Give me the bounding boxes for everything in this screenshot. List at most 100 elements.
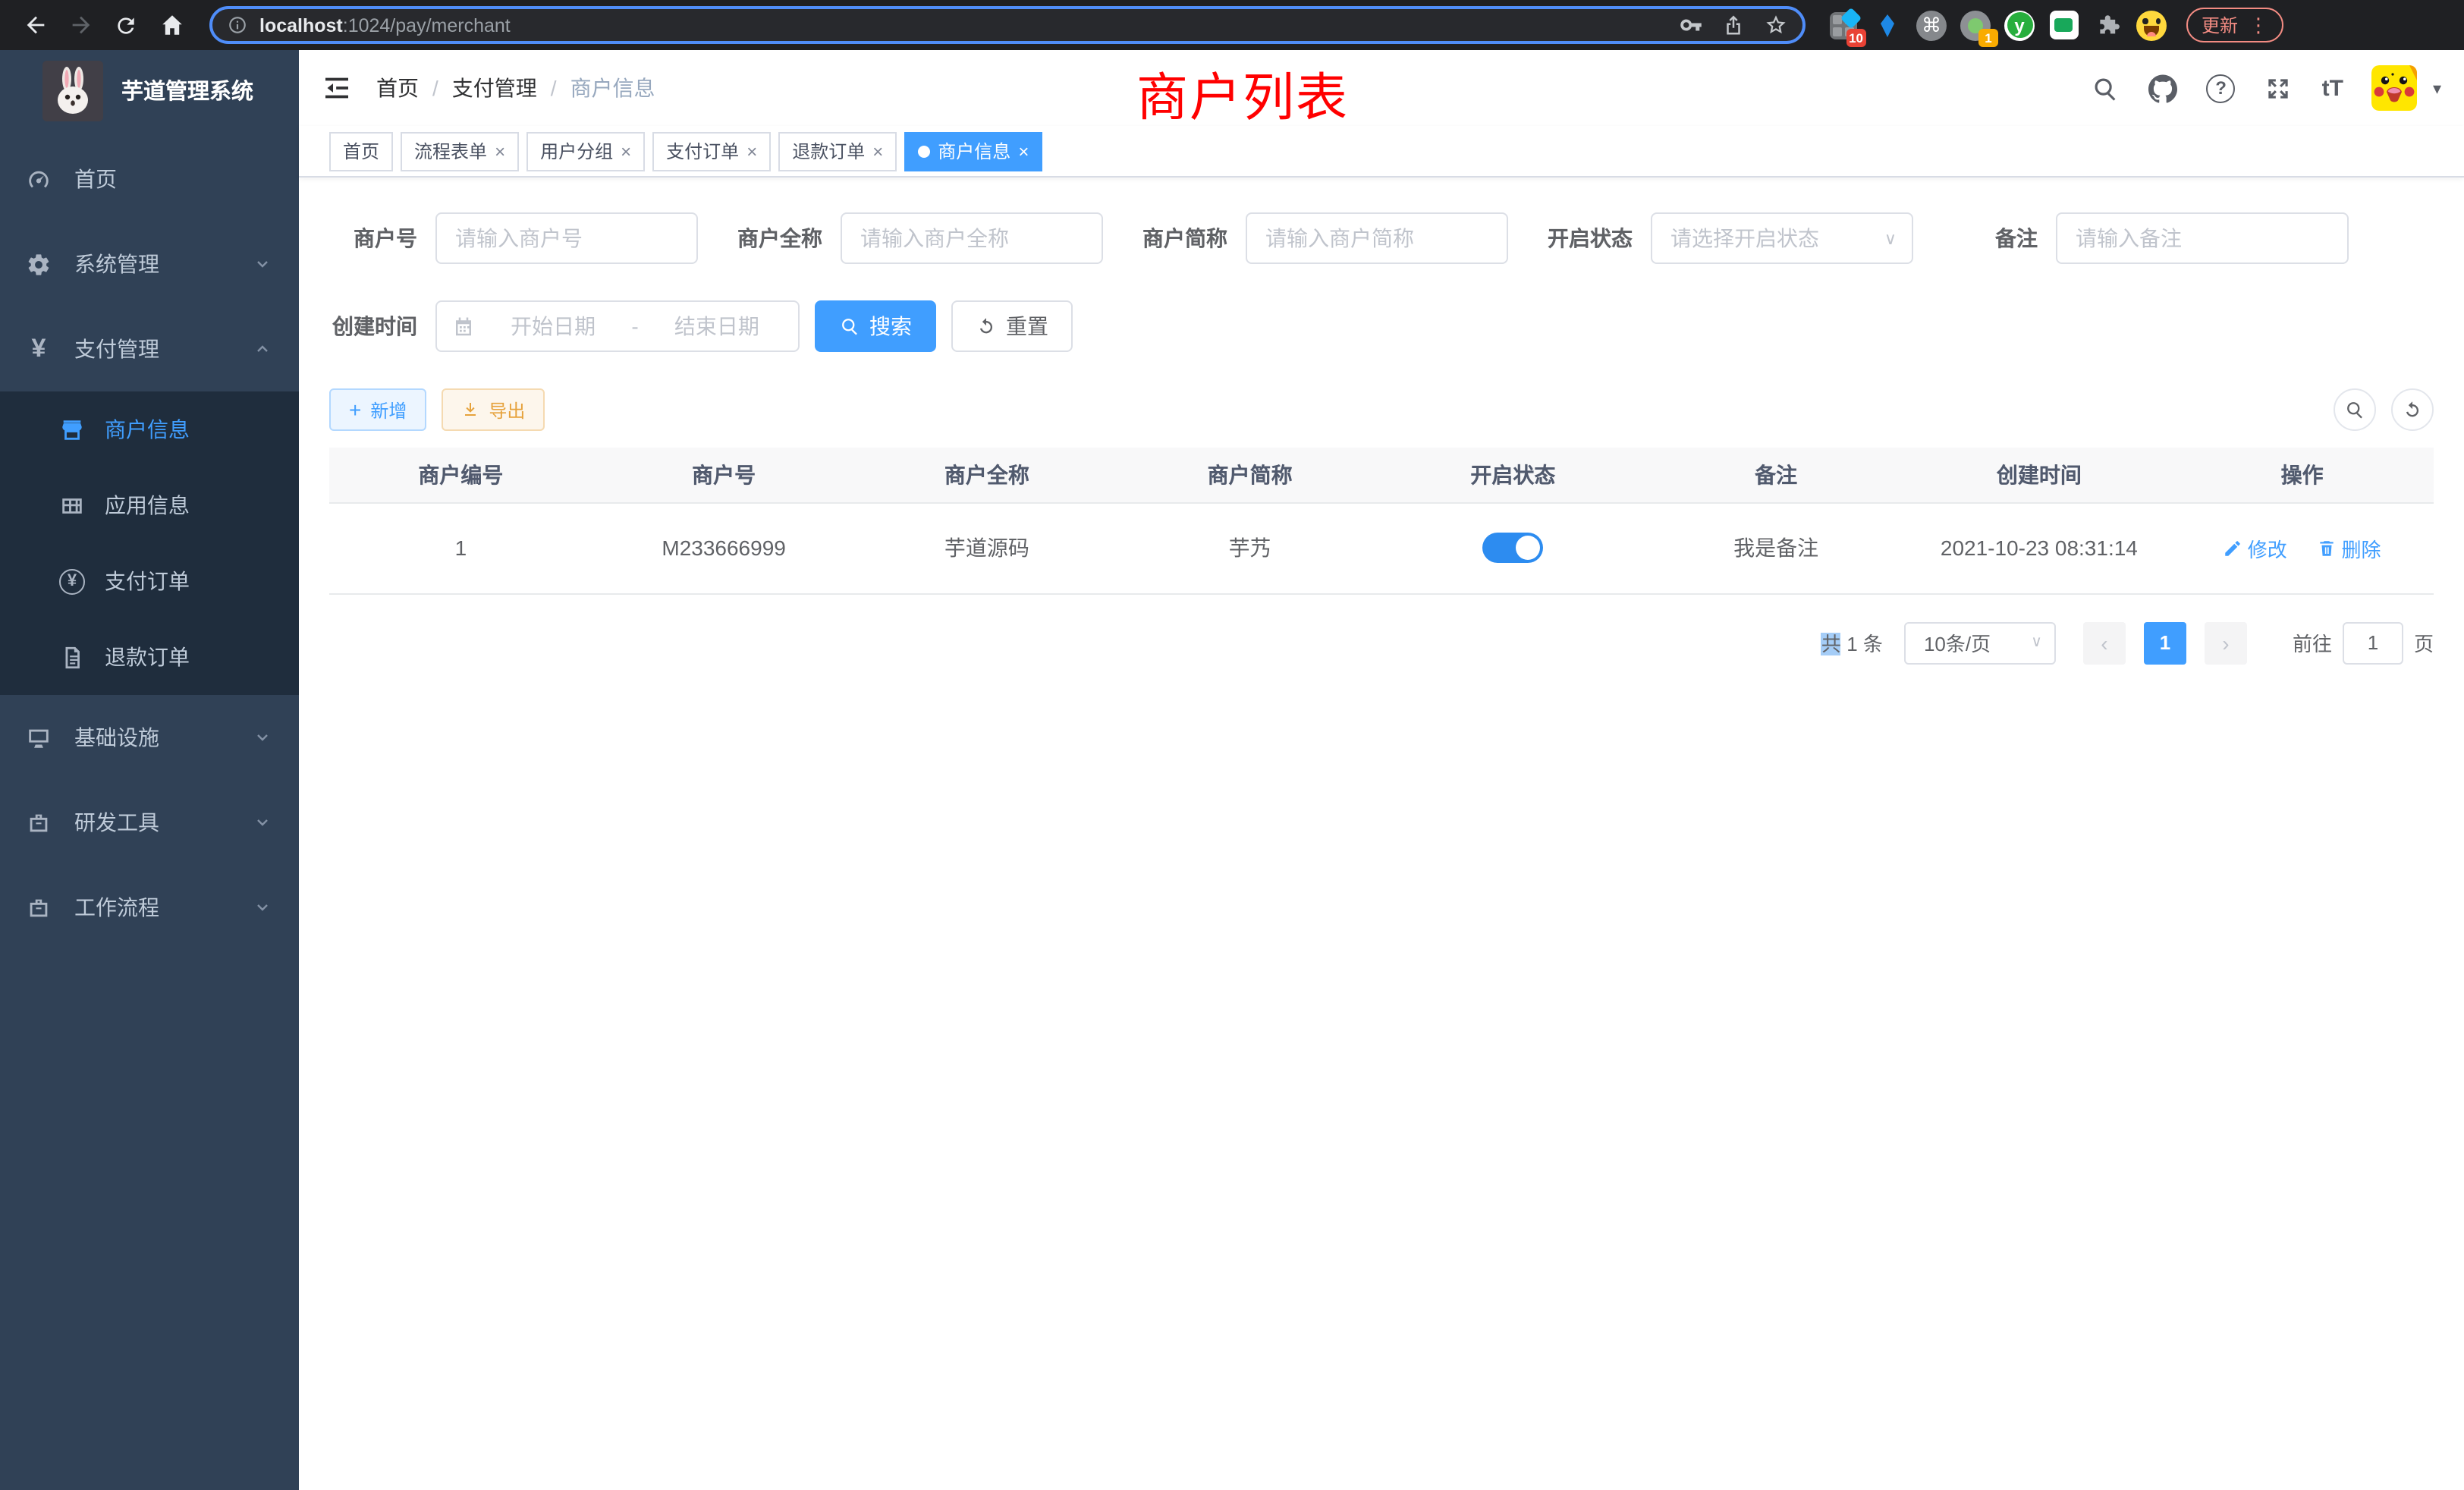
chevron-down-icon [253, 813, 272, 831]
merchant-no-input[interactable] [435, 212, 698, 264]
sidebar-item-system[interactable]: 系统管理 [0, 222, 299, 306]
command-extension-icon[interactable]: ⌘ [1915, 8, 1948, 42]
sidebar-item-workflow[interactable]: 工作流程 [0, 865, 299, 950]
avatar[interactable] [2372, 65, 2418, 111]
pagination: 共 1 条 10条/页 ∨ ‹ 1 › 前往 页 [329, 621, 2434, 664]
sidebar-item-pay-order[interactable]: ¥ 支付订单 [0, 543, 299, 619]
extensions-row: 10 ⌘ 1 y [1827, 8, 2168, 42]
screen: localhost:1024/pay/merchant 10 ⌘ 1 y [0, 0, 2464, 1490]
goto-page-input[interactable] [2343, 621, 2403, 664]
search-icon[interactable] [2092, 74, 2120, 102]
sidebar-item-app-info[interactable]: 应用信息 [0, 467, 299, 543]
github-icon[interactable] [2149, 74, 2178, 102]
site-info-icon[interactable] [228, 15, 247, 35]
tab-user-group[interactable]: 用户分组× [526, 131, 645, 171]
address-bar[interactable]: localhost:1024/pay/merchant [209, 6, 1806, 44]
chat-extension-icon[interactable] [2047, 8, 2080, 42]
close-icon[interactable]: × [872, 140, 883, 162]
kite-extension-icon[interactable] [1871, 8, 1904, 42]
extensions-puzzle-icon[interactable] [2091, 8, 2124, 42]
chevron-down-icon [253, 255, 272, 273]
sidebar-collapse-icon[interactable] [322, 73, 352, 103]
tab-pay-order[interactable]: 支付订单× [652, 131, 771, 171]
tab-home[interactable]: 首页 [329, 131, 393, 171]
toolbox-icon [26, 809, 52, 835]
tab-process-form[interactable]: 流程表单× [401, 131, 519, 171]
extension-badge: 10 [1846, 28, 1866, 46]
logo-image [42, 60, 103, 121]
cell-merchant-name: 芋道源码 [856, 502, 1119, 593]
chevron-down-icon [253, 898, 272, 916]
export-button[interactable]: 导出 [442, 388, 545, 431]
sidebar-item-refund-order[interactable]: 退款订单 [0, 619, 299, 695]
sidebar-item-home[interactable]: 首页 [0, 137, 299, 222]
sidebar-item-payment[interactable]: ¥ 支付管理 [0, 306, 299, 391]
edit-link[interactable]: 修改 [2224, 533, 2287, 562]
status-toggle[interactable] [1482, 533, 1543, 563]
remark-input[interactable] [2056, 212, 2349, 264]
close-icon[interactable]: × [495, 140, 505, 162]
sidebar-item-merchant-info[interactable]: 商户信息 [0, 391, 299, 467]
y-extension-icon[interactable]: y [2003, 8, 2036, 42]
briefcase-icon [26, 894, 52, 920]
add-button[interactable]: + 新增 [329, 388, 426, 431]
show-search-toggle-button[interactable] [2334, 388, 2376, 431]
close-icon[interactable]: × [746, 140, 757, 162]
browser-back-button[interactable] [15, 5, 55, 45]
tab-merchant-info[interactable]: 商户信息× [904, 131, 1042, 171]
browser-reload-button[interactable] [106, 5, 146, 45]
proxy-extension-icon[interactable]: 1 [1959, 8, 1992, 42]
breadcrumb-payment[interactable]: 支付管理 [452, 73, 537, 103]
search-icon [2344, 399, 2365, 420]
merchant-no-label: 商户号 [329, 223, 417, 253]
sidebar-item-infrastructure[interactable]: 基础设施 [0, 695, 299, 780]
next-page-button[interactable]: › [2205, 621, 2247, 664]
end-date-placeholder[interactable]: 结束日期 [651, 311, 783, 341]
cell-remark: 我是备注 [1645, 502, 1908, 593]
password-key-icon[interactable] [1680, 14, 1702, 36]
page-size-select[interactable]: 10条/页 ∨ [1904, 621, 2056, 664]
avatar-caret-down-icon[interactable]: ▾ [2433, 78, 2441, 98]
chrome-update-button[interactable]: 更新 ⋮ [2186, 8, 2283, 42]
page-number-1[interactable]: 1 [2144, 621, 2186, 664]
sidebar-item-dev-tools[interactable]: 研发工具 [0, 780, 299, 865]
chevron-up-icon [253, 340, 272, 358]
col-merchant-id: 商户编号 [329, 448, 592, 502]
search-button[interactable]: 搜索 [815, 300, 936, 352]
merchant-short-name-input[interactable] [1246, 212, 1508, 264]
tech-detector-extension-icon[interactable]: 10 [1827, 8, 1860, 42]
status-label: 开启状态 [1545, 223, 1633, 253]
browser-home-button[interactable] [152, 5, 191, 45]
breadcrumb-home[interactable]: 首页 [376, 73, 419, 103]
tab-refund-order[interactable]: 退款订单× [778, 131, 897, 171]
browser-menu-kebab-icon[interactable]: ⋮ [2249, 13, 2268, 37]
prev-page-button[interactable]: ‹ [2083, 621, 2126, 664]
store-icon [59, 417, 85, 442]
payment-submenu: 商户信息 应用信息 ¥ 支付订单 退款订单 [0, 391, 299, 695]
sidebar-logo-row: 芋道管理系统 [0, 50, 299, 130]
status-select[interactable]: 请选择开启状态 ∨ [1651, 212, 1913, 264]
table-row: 1 M233666999 芋道源码 芋艿 我是备注 2021-10-23 08:… [329, 502, 2434, 593]
share-icon[interactable] [1722, 14, 1745, 36]
start-date-placeholder[interactable]: 开始日期 [487, 311, 619, 341]
refresh-table-button[interactable] [2391, 388, 2434, 431]
font-size-icon[interactable]: tT [2322, 75, 2343, 101]
gear-icon [26, 251, 52, 277]
merchant-name-input[interactable] [841, 212, 1103, 264]
create-time-range-picker[interactable]: 开始日期 - 结束日期 [435, 300, 800, 352]
help-icon[interactable]: ? [2207, 74, 2236, 102]
reset-button[interactable]: 重置 [951, 300, 1073, 352]
refresh-icon [2402, 399, 2423, 420]
page-annotation-title: 商户列表 [1136, 56, 1349, 130]
yen-icon: ¥ [26, 334, 52, 364]
col-merchant-name: 商户全称 [856, 448, 1119, 502]
close-icon[interactable]: × [1018, 140, 1029, 162]
bookmark-star-icon[interactable] [1765, 14, 1787, 36]
fullscreen-icon[interactable] [2264, 74, 2293, 102]
goto-label: 前往 [2293, 628, 2332, 657]
delete-link[interactable]: 删除 [2318, 533, 2381, 562]
browser-forward-button[interactable] [61, 5, 100, 45]
emoji-profile-icon[interactable] [2135, 8, 2168, 42]
close-icon[interactable]: × [621, 140, 631, 162]
search-icon [839, 316, 860, 337]
